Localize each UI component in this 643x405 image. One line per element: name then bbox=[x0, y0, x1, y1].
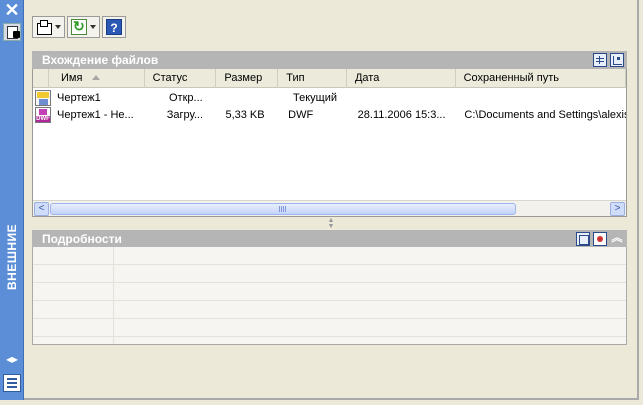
row-date bbox=[364, 89, 473, 107]
attach-dwg-button[interactable] bbox=[32, 16, 65, 38]
row-size bbox=[229, 89, 293, 107]
column-date[interactable]: Дата bbox=[347, 69, 456, 88]
scroll-right-button[interactable]: > bbox=[610, 202, 625, 216]
details-row bbox=[33, 319, 626, 337]
file-refs-list: Имя Статус Размер Тип Дата Сохраненный п… bbox=[32, 69, 627, 217]
column-name[interactable]: Имя bbox=[49, 69, 145, 88]
splitter-handle[interactable]: ▲ ▼ bbox=[324, 217, 338, 230]
column-headers: Имя Статус Размер Тип Дата Сохраненный п… bbox=[33, 69, 626, 88]
row-date: 28.11.2006 15:3... bbox=[357, 109, 446, 121]
grip-icon bbox=[279, 206, 287, 212]
column-saved-path[interactable]: Сохраненный путь bbox=[456, 69, 626, 88]
details-pane bbox=[32, 247, 627, 345]
table-row[interactable]: Чертеж1 Откр... Текущий bbox=[33, 89, 626, 107]
properties-icon[interactable] bbox=[3, 23, 21, 41]
palette-title: ВНЕШНИЕ ССЫЛКИ bbox=[5, 224, 39, 291]
column-size[interactable]: Размер bbox=[216, 69, 279, 88]
details-row bbox=[33, 283, 626, 301]
help-button[interactable]: ? bbox=[102, 16, 126, 38]
refresh-button[interactable] bbox=[67, 16, 100, 38]
close-icon[interactable]: ✕ bbox=[4, 1, 20, 19]
row-path bbox=[473, 89, 613, 107]
details-row bbox=[33, 301, 626, 319]
view-buttons bbox=[593, 53, 624, 67]
palette-menu-icon[interactable] bbox=[3, 374, 21, 392]
column-status[interactable]: Статус bbox=[145, 69, 217, 88]
table-row[interactable]: Чертеж1 - Не... Загру... 5,33 KB DWF 28.… bbox=[33, 106, 626, 124]
scroll-left-button[interactable]: < bbox=[34, 202, 49, 216]
details-row bbox=[33, 247, 626, 265]
row-type: DWF bbox=[288, 109, 314, 121]
row-size: 5,33 KB bbox=[225, 109, 265, 121]
dwg-file-icon bbox=[35, 90, 51, 106]
sort-ascending-icon bbox=[92, 75, 101, 80]
chevron-down-icon[interactable] bbox=[55, 25, 61, 29]
preview-icon[interactable] bbox=[593, 232, 607, 246]
row-name: Чертеж1 bbox=[57, 92, 101, 104]
column-type[interactable]: Тип bbox=[278, 69, 347, 88]
refresh-icon bbox=[71, 18, 87, 35]
auto-hide-icon[interactable]: ◂▸ bbox=[3, 352, 21, 366]
row-status: Откр... bbox=[169, 92, 203, 104]
attach-dwg-icon bbox=[36, 20, 52, 35]
dwf-file-icon bbox=[35, 107, 51, 123]
toolbar: ? bbox=[32, 14, 126, 40]
row-status: Загру... bbox=[166, 109, 204, 121]
row-name: Чертеж1 - Не... bbox=[57, 109, 134, 121]
details-header: Подробности ︽ bbox=[32, 230, 627, 248]
tree-view-icon[interactable] bbox=[610, 53, 624, 67]
row-path: C:\Documents and Settings\alexis\ bbox=[464, 109, 626, 121]
horizontal-scrollbar[interactable]: < > bbox=[33, 200, 626, 216]
details-buttons: ︽ bbox=[576, 232, 624, 246]
xref-palette: ? Вхождение файлов Имя Статус Размер Тип… bbox=[24, 0, 639, 400]
file-refs-title: Вхождение файлов bbox=[42, 53, 159, 67]
palette-title-strip: ✕ ВНЕШНИЕ ССЫЛКИ ◂▸ bbox=[0, 0, 39, 400]
details-icon[interactable] bbox=[576, 232, 590, 246]
collapse-icon[interactable]: ︽ bbox=[610, 232, 624, 246]
row-type: Текущий bbox=[293, 92, 337, 104]
file-refs-header: Вхождение файлов bbox=[32, 51, 627, 69]
details-title: Подробности bbox=[42, 232, 122, 246]
help-icon: ? bbox=[106, 19, 122, 35]
scroll-thumb[interactable] bbox=[50, 203, 516, 215]
chevron-down-icon[interactable] bbox=[90, 25, 96, 29]
column-icon bbox=[33, 69, 49, 88]
list-view-icon[interactable] bbox=[593, 53, 607, 67]
details-row bbox=[33, 265, 626, 283]
